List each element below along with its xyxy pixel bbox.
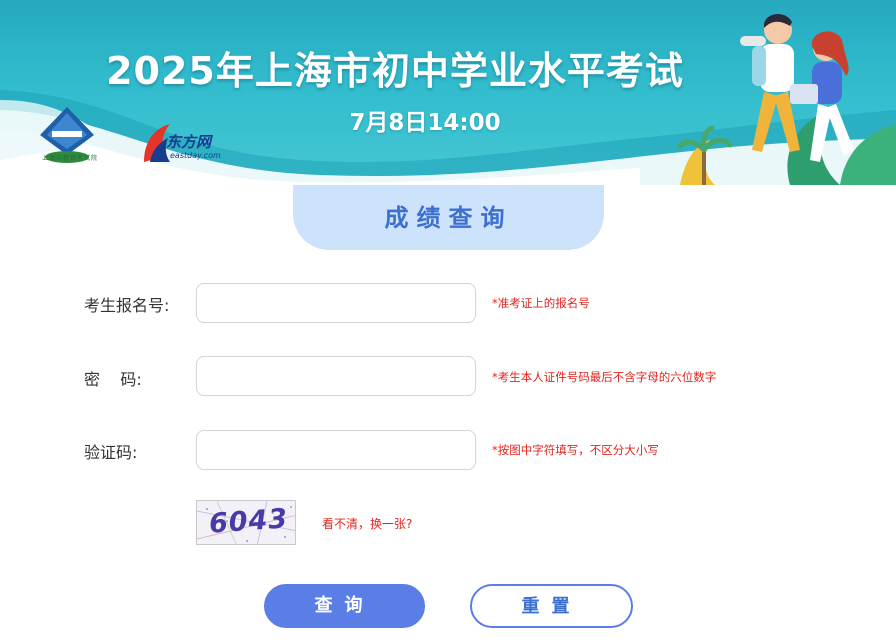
captcha-image[interactable]: 6043: [196, 500, 296, 545]
smeea-logo-caption: 上海市教育考试院: [41, 155, 98, 162]
registration-number-hint: *准考证上的报名号: [492, 296, 590, 310]
header-banner: 2025年上海市初中学业水平考试 7月8日14:00 上海市教育考试院 东方网 …: [0, 0, 896, 185]
password-hint: *考生本人证件号码最后不含字母的六位数字: [492, 370, 717, 384]
registration-number-input[interactable]: [196, 283, 476, 323]
password-label: 密 码:: [84, 370, 142, 389]
captcha-refresh-link[interactable]: 看不清，换一张?: [322, 515, 412, 532]
students-illustration: [677, 13, 896, 185]
score-query-heading: 成绩查询: [293, 185, 604, 250]
password-input[interactable]: [196, 356, 476, 396]
reset-button[interactable]: 重置: [470, 584, 633, 628]
eastday-logo-name: 东方网: [166, 133, 212, 151]
captcha-hint: *按图中字符填写，不区分大小写: [492, 443, 659, 457]
captcha-input[interactable]: [196, 430, 476, 470]
eastday-logo-url: eastday.com: [170, 151, 221, 160]
captcha-label: 验证码:: [84, 443, 138, 462]
score-query-heading-text: 成绩查询: [384, 204, 513, 232]
registration-number-label: 考生报名号:: [84, 296, 170, 315]
query-button[interactable]: 查询: [264, 584, 425, 628]
captcha-characters: 6043: [208, 503, 290, 540]
